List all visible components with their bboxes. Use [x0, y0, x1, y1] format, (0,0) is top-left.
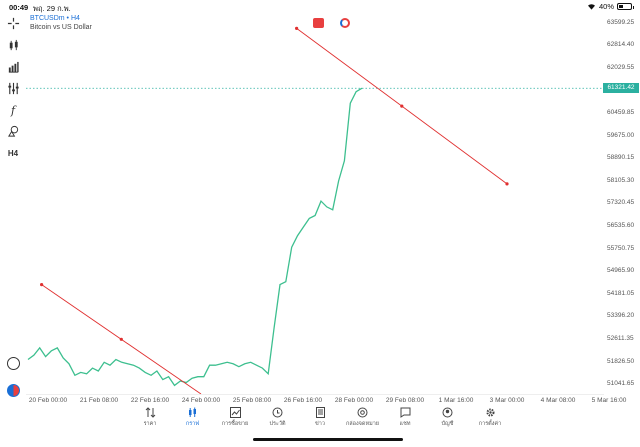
function-icon[interactable]: f: [6, 103, 20, 117]
nav-item-5[interactable]: กล่องจดหมาย: [343, 407, 383, 437]
time-tick: 3 Mar 00:00: [489, 397, 525, 404]
price-tick: 62029.55: [607, 63, 635, 71]
trendline-anchor: [119, 337, 123, 341]
nav-item-3[interactable]: ประวัติ: [258, 407, 298, 437]
status-right: 40%: [587, 2, 634, 11]
nav-item-1[interactable]: กราฟ: [173, 407, 213, 437]
bottom-left-icons: [7, 357, 20, 411]
status-time: 00:49: [9, 3, 29, 12]
price-tick: 60459.85: [607, 109, 635, 117]
trend-icon: [229, 407, 241, 418]
candles-icon: [189, 407, 196, 417]
time-tick: 29 Feb 08:00: [385, 397, 425, 404]
battery-percent: 40%: [598, 2, 614, 11]
nav-item-label: ราคา: [143, 421, 157, 427]
candles-icon[interactable]: [6, 38, 20, 52]
time-tick: 1 Mar 16:00: [438, 397, 474, 404]
left-toolbar: f H4: [0, 14, 26, 394]
trendline-anchor: [400, 104, 404, 108]
price-tick: 58890.15: [607, 154, 635, 162]
bottom-navigation: ราคา กราฟ การซื้อขาย ประวัติ ข่าว กล่องจดหมาย…: [130, 407, 510, 437]
trendline-anchor: [505, 182, 509, 186]
price-tick: 63599.25: [607, 18, 635, 26]
battery-icon: [617, 3, 634, 10]
status-bar: 00:49 พฤ. 29 ก.พ. 40%: [0, 0, 640, 13]
time-tick: 22 Feb 16:00: [130, 397, 170, 404]
wifi-icon: [587, 4, 595, 10]
price-chart[interactable]: [26, 14, 604, 394]
trendline-anchor: [295, 26, 299, 30]
nav-item-6[interactable]: แชท: [385, 407, 425, 437]
time-tick: 21 Feb 08:00: [79, 397, 119, 404]
app-logo-icon[interactable]: [7, 384, 20, 397]
nav-item-0[interactable]: ราคา: [130, 407, 170, 437]
price-tick: 53396.20: [607, 312, 635, 320]
nav-item-label: ข่าว: [315, 421, 325, 427]
nav-item-2[interactable]: การซื้อขาย: [215, 407, 255, 437]
magnifier-icon[interactable]: [7, 357, 20, 370]
nav-item-label: การตั้งค่า: [478, 421, 502, 427]
price-tick: 56535.60: [607, 222, 635, 229]
price-tick: 52611.35: [607, 334, 634, 342]
price-tick: 58105.30: [607, 176, 635, 184]
nav-item-label: กราฟ: [185, 421, 200, 427]
price-tick: 51826.50: [607, 357, 635, 365]
nav-item-7[interactable]: บัญชี: [428, 407, 468, 437]
nav-item-label: กล่องจดหมาย: [345, 421, 380, 427]
news-icon: [315, 407, 325, 418]
gear-icon: [486, 408, 494, 417]
price-tick: 59675.00: [607, 131, 635, 139]
timeframe-button[interactable]: H4: [6, 146, 20, 160]
indicators-icon[interactable]: [6, 81, 20, 95]
account-icon: [442, 407, 453, 418]
price-tick: 54181.05: [607, 289, 635, 297]
price-tick: 51041.65: [607, 380, 635, 388]
nav-item-label: แชท: [399, 421, 411, 427]
time-tick: 25 Feb 08:00: [232, 397, 272, 404]
trendline-anchor: [40, 283, 44, 287]
time-axis: 20 Feb 00:00 21 Feb 08:00 22 Feb 16:00 24 F…: [26, 394, 626, 406]
nav-item-label: การซื้อขาย: [221, 421, 249, 427]
at-icon: [357, 407, 368, 418]
crosshair-icon[interactable]: [6, 16, 20, 30]
time-tick: 5 Mar 16:00: [591, 397, 627, 404]
clock-icon: [272, 407, 283, 418]
price-tick: 54965.90: [607, 267, 635, 275]
nav-item-label: บัญชี: [441, 421, 454, 427]
time-tick: 20 Feb 00:00: [28, 397, 68, 404]
price-tick: 55750.75: [607, 244, 635, 252]
chat-icon: [400, 407, 410, 418]
time-tick: 28 Feb 00:00: [334, 397, 374, 404]
price-axis: 63599.2562814.4062029.5561244.7060459.85…: [604, 14, 640, 394]
time-tick: 4 Mar 08:00: [540, 397, 576, 404]
price-series-line: [27, 87, 363, 387]
time-tick: 24 Feb 00:00: [181, 397, 221, 404]
time-tick: 26 Feb 16:00: [283, 397, 323, 404]
bar-chart-icon[interactable]: [6, 60, 20, 74]
price-tick: 57320.45: [607, 199, 635, 207]
nav-item-8[interactable]: การตั้งค่า: [470, 407, 510, 437]
shapes-icon[interactable]: [6, 124, 20, 138]
nav-item-4[interactable]: ข่าว: [300, 407, 340, 437]
nav-item-label: ประวัติ: [269, 421, 286, 427]
current-price-tag: 61321.42: [603, 83, 639, 94]
home-indicator: [253, 438, 403, 441]
arrows-updown-icon: [145, 407, 155, 418]
price-tick: 62814.40: [607, 41, 635, 49]
